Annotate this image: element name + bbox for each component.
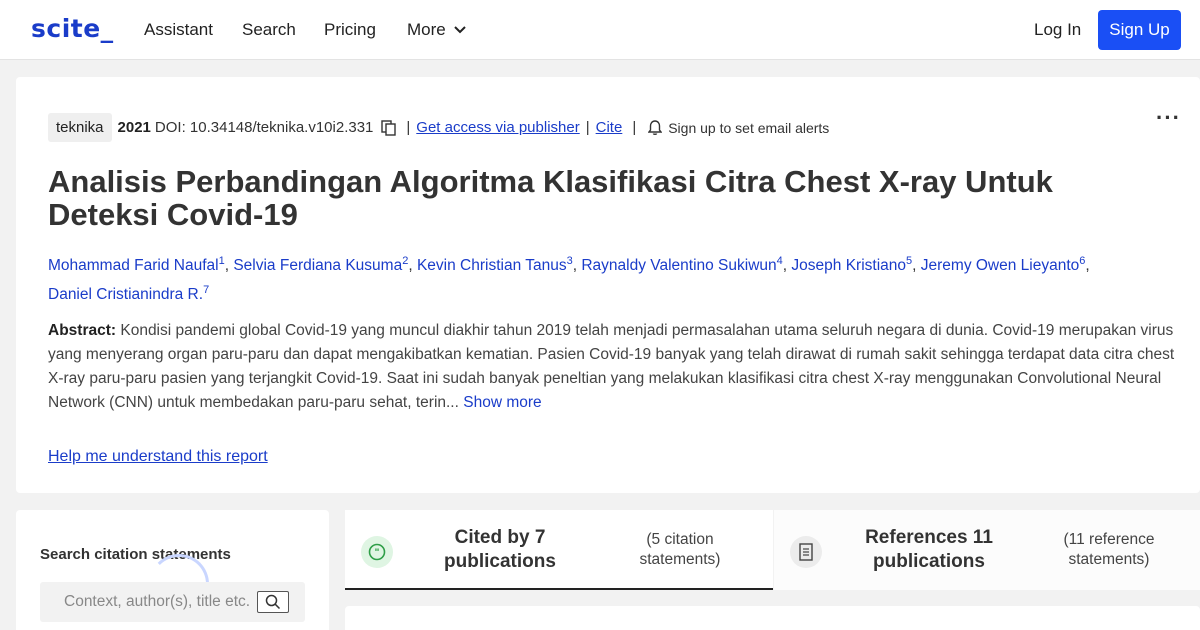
author-link[interactable]: Mohammad Farid Naufal	[48, 257, 219, 274]
signup-button[interactable]: Sign Up	[1098, 10, 1181, 50]
svg-text:": "	[375, 548, 380, 559]
login-link[interactable]: Log In	[1034, 20, 1081, 40]
search-citations-title: Search citation statements	[40, 546, 231, 563]
publisher-access-link[interactable]: Get access via publisher	[416, 119, 579, 136]
search-button[interactable]	[257, 591, 289, 613]
author-affiliation: 4	[776, 255, 783, 267]
nav-more-label: More	[407, 20, 446, 39]
citation-search-input[interactable]	[40, 582, 255, 622]
separator: |	[406, 119, 411, 136]
author-link[interactable]: Selvia Ferdiana Kusuma	[233, 257, 402, 274]
doi-text: DOI: 10.34148/teknika.v10i2.331	[154, 119, 374, 136]
show-more-link[interactable]: Show more	[463, 394, 541, 411]
author-affiliation: 2	[402, 255, 409, 267]
nav-pricing[interactable]: Pricing	[324, 20, 376, 40]
nav-more-dropdown[interactable]: More	[407, 20, 466, 40]
search-icon	[265, 594, 281, 610]
email-alerts-link[interactable]: Sign up to set email alerts	[668, 120, 829, 136]
citation-results-panel	[345, 606, 1200, 630]
bell-icon[interactable]	[648, 119, 663, 136]
top-nav: scite_ Assistant Search Pricing More Log…	[0, 0, 1200, 60]
tab-cited-by[interactable]: " Cited by 7 publications (5 citation st…	[345, 510, 773, 590]
more-options-icon[interactable]: ···	[1156, 105, 1181, 131]
nav-search[interactable]: Search	[242, 20, 296, 40]
abstract-label: Abstract:	[48, 322, 117, 339]
cite-link[interactable]: Cite	[596, 119, 623, 136]
author-link[interactable]: Daniel Cristianindra R.	[48, 286, 203, 303]
citation-quote-icon: "	[361, 536, 393, 568]
copy-icon[interactable]	[381, 119, 397, 136]
author-affiliation: 6	[1079, 255, 1086, 267]
separator: |	[632, 119, 637, 136]
citation-search-box	[40, 582, 305, 622]
paper-card: teknika 2021 DOI: 10.34148/teknika.v10i2…	[16, 77, 1200, 493]
nav-assistant[interactable]: Assistant	[144, 20, 213, 40]
reference-statements-count: (11 reference statements)	[1063, 531, 1155, 568]
citation-statements-count: (5 citation statements)	[639, 531, 721, 568]
author-affiliation: 5	[906, 255, 913, 267]
paper-meta: teknika 2021 DOI: 10.34148/teknika.v10i2…	[48, 113, 829, 142]
publication-year: 2021	[117, 119, 151, 136]
author-list: Mohammad Farid Naufal1, Selvia Ferdiana …	[48, 255, 1090, 304]
cited-by-count: Cited by 7 publications	[444, 527, 556, 572]
journal-badge[interactable]: teknika	[48, 113, 112, 142]
paper-title: Analisis Perbandingan Algoritma Klasifik…	[48, 164, 1053, 232]
author-affiliation: 7	[203, 284, 210, 297]
author-link[interactable]: Raynaldy Valentino Sukiwun	[581, 257, 776, 274]
author-link[interactable]: Joseph Kristiano	[791, 257, 906, 274]
references-count: References 11 publications	[865, 527, 993, 572]
help-understand-link[interactable]: Help me understand this report	[48, 448, 268, 466]
author-link[interactable]: Jeremy Owen Lieyanto	[921, 257, 1080, 274]
document-icon	[790, 536, 822, 568]
citation-search-panel: Search citation statements	[16, 510, 329, 630]
separator: |	[585, 119, 590, 136]
scite-logo[interactable]: scite_	[31, 14, 114, 43]
abstract: Abstract: Kondisi pandemi global Covid-1…	[48, 319, 1178, 415]
abstract-text: Kondisi pandemi global Covid-19 yang mun…	[48, 322, 1175, 411]
author-link[interactable]: Kevin Christian Tanus	[417, 257, 567, 274]
tab-references[interactable]: References 11 publications (11 reference…	[774, 510, 1200, 590]
author-affiliation: 1	[218, 255, 225, 267]
chevron-down-icon	[454, 26, 466, 34]
author-affiliation: 3	[566, 255, 573, 267]
